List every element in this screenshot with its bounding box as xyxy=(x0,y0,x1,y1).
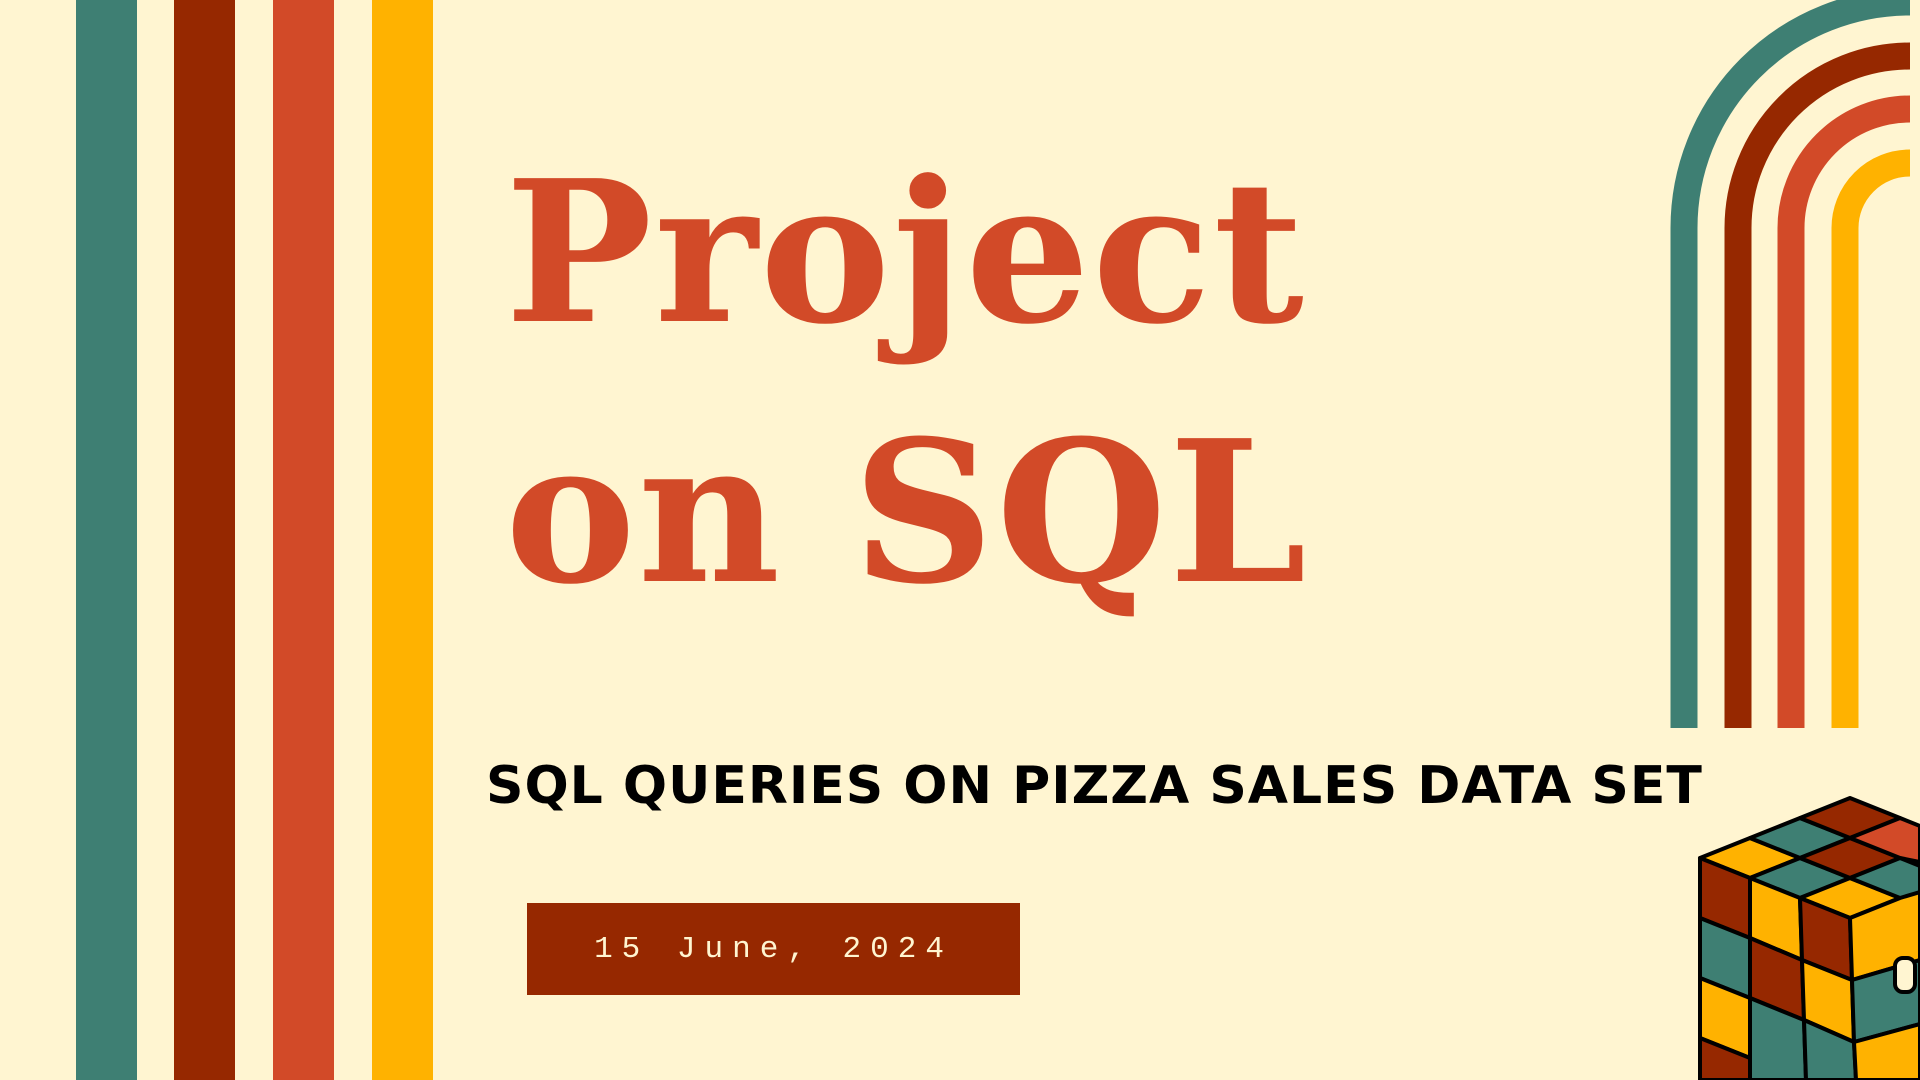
stripe-teal xyxy=(76,0,137,1080)
stripe-orange-red xyxy=(273,0,334,1080)
title-line-2: on SQL xyxy=(505,398,1309,628)
date-text: 15 June, 2024 xyxy=(594,931,953,967)
rubiks-cube-illustration xyxy=(1698,796,1920,1080)
title-line-1: Project xyxy=(505,138,1306,368)
rainbow-arches-illustration xyxy=(1670,0,1911,728)
stripe-amber xyxy=(372,0,433,1080)
stripe-maroon xyxy=(174,0,235,1080)
date-box: 15 June, 2024 xyxy=(527,903,1020,995)
subtitle: SQL QUERIES ON PIZZA SALES DATA SET xyxy=(486,756,1703,816)
